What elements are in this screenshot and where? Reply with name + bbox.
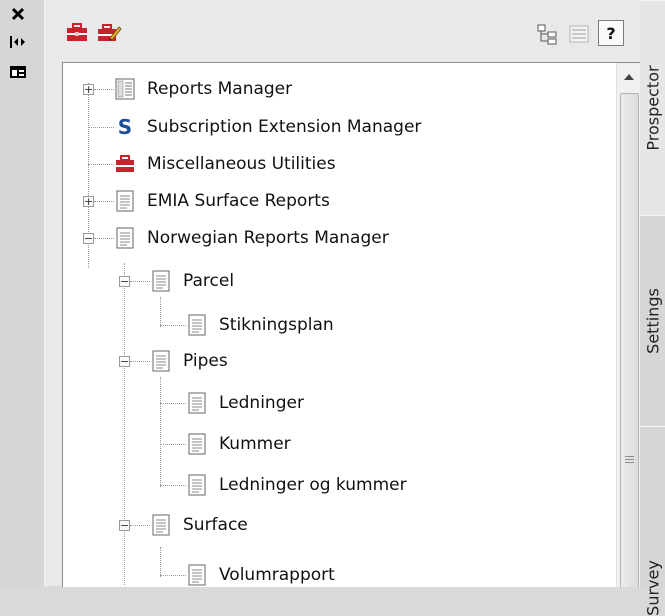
svg-text:S: S [118,116,132,138]
tab-survey[interactable]: Survey [640,426,665,616]
help-icon[interactable]: ? [598,20,624,46]
tree-connector [130,525,150,526]
tree-item-emia-surface-reports[interactable]: EMIA Surface Reports [115,185,330,217]
auto-hide-icon[interactable] [8,32,28,52]
document-icon [188,314,206,336]
tree-connector [94,89,114,90]
subscription-s-icon: S [118,116,132,138]
collapse-toggle[interactable]: − [119,520,130,531]
tree-item-label: Volumrapport [219,565,335,585]
expand-toggle[interactable]: + [83,196,94,207]
help-label: ? [606,23,616,43]
tree-connector [160,485,186,486]
tree-connector [88,127,114,128]
document-icon [116,227,134,249]
tree-item-ledninger-og-kummer[interactable]: Ledninger og kummer [187,469,407,501]
tree-connector [130,361,150,362]
toolspace-panel: ? + + − − − − Reports Manager S Subscrip… [44,0,642,587]
document-icon [152,514,170,536]
tree-item-label: Subscription Extension Manager [147,117,422,137]
document-icon [188,564,206,586]
tree-item-label: Ledninger og kummer [219,475,407,495]
tree-item-surface[interactable]: Surface [151,509,248,541]
scrollbar-thumb[interactable] [620,93,639,587]
document-icon [116,190,134,212]
tree-item-label: Pipes [183,351,228,371]
document-icon [188,392,206,414]
collapse-toggle[interactable]: − [119,356,130,367]
tab-label: Settings [643,288,662,354]
document-icon [152,350,170,372]
tree-connector [160,377,161,487]
toolbox-icon[interactable] [63,19,91,47]
tree-item-label: Parcel [183,271,235,291]
tree-item-label: Surface [183,515,248,535]
tree-connector [160,575,186,576]
tree-item-norwegian-reports-manager[interactable]: Norwegian Reports Manager [115,222,389,254]
tree-connector [124,263,125,585]
report-manager-icon [115,78,135,100]
tree-item-label: Norwegian Reports Manager [147,228,389,248]
tab-prospector[interactable]: Prospector [640,0,665,216]
tree-connector [160,444,186,445]
collapse-toggle[interactable]: − [119,276,130,287]
tree-item-label: Ledninger [219,393,304,413]
tree-item-kummer[interactable]: Kummer [187,428,291,460]
tab-label: Survey [643,560,662,616]
palette-tabs: Prospector Settings Survey [640,0,665,616]
tree-connector [94,238,114,239]
tree-item-parcel[interactable]: Parcel [151,265,234,297]
vertical-scrollbar[interactable] [616,63,641,587]
tree-item-label: Kummer [219,434,291,454]
document-icon [152,270,170,292]
tree-connector [160,297,161,327]
tab-label: Prospector [643,65,662,151]
tree-connector [130,281,150,282]
tree-view-icon[interactable] [533,20,561,48]
tree-connector [160,325,186,326]
document-icon [188,433,206,455]
tree-view[interactable]: + + − − − − Reports Manager S Subscripti… [62,62,642,587]
tree-connector [88,164,114,165]
tree-connector [160,547,161,577]
tab-settings[interactable]: Settings [640,215,665,427]
toolbox-icon [116,155,134,172]
edit-toolbox-icon[interactable] [95,19,123,47]
expand-toggle[interactable]: + [83,84,94,95]
close-icon[interactable] [8,4,28,24]
scrollbar-grip-icon [625,456,634,465]
toolbar: ? [45,0,641,62]
tree-item-label: EMIA Surface Reports [147,191,330,211]
tree-item-label: Stikningsplan [219,315,334,335]
tree-item-miscellaneous-utilities[interactable]: Miscellaneous Utilities [115,148,336,180]
list-view-icon [565,20,593,48]
palette-title-strip [0,0,45,586]
tree-item-label: Reports Manager [147,79,293,99]
collapse-toggle[interactable]: − [83,233,94,244]
tree-connector [160,403,186,404]
tree-item-reports-manager[interactable]: Reports Manager [115,73,292,105]
tree-item-volumrapport[interactable]: Volumrapport [187,559,335,587]
scroll-up-arrow-icon[interactable] [617,63,641,91]
document-icon [188,474,206,496]
tree-item-ledninger[interactable]: Ledninger [187,387,304,419]
tree-item-label: Miscellaneous Utilities [147,154,336,174]
tree-item-pipes[interactable]: Pipes [151,345,228,377]
tree-connector [94,201,114,202]
properties-menu-icon[interactable] [8,62,28,82]
tree-item-stikningsplan[interactable]: Stikningsplan [187,309,334,341]
tree-item-subscription-extension-manager[interactable]: S Subscription Extension Manager [115,111,422,143]
